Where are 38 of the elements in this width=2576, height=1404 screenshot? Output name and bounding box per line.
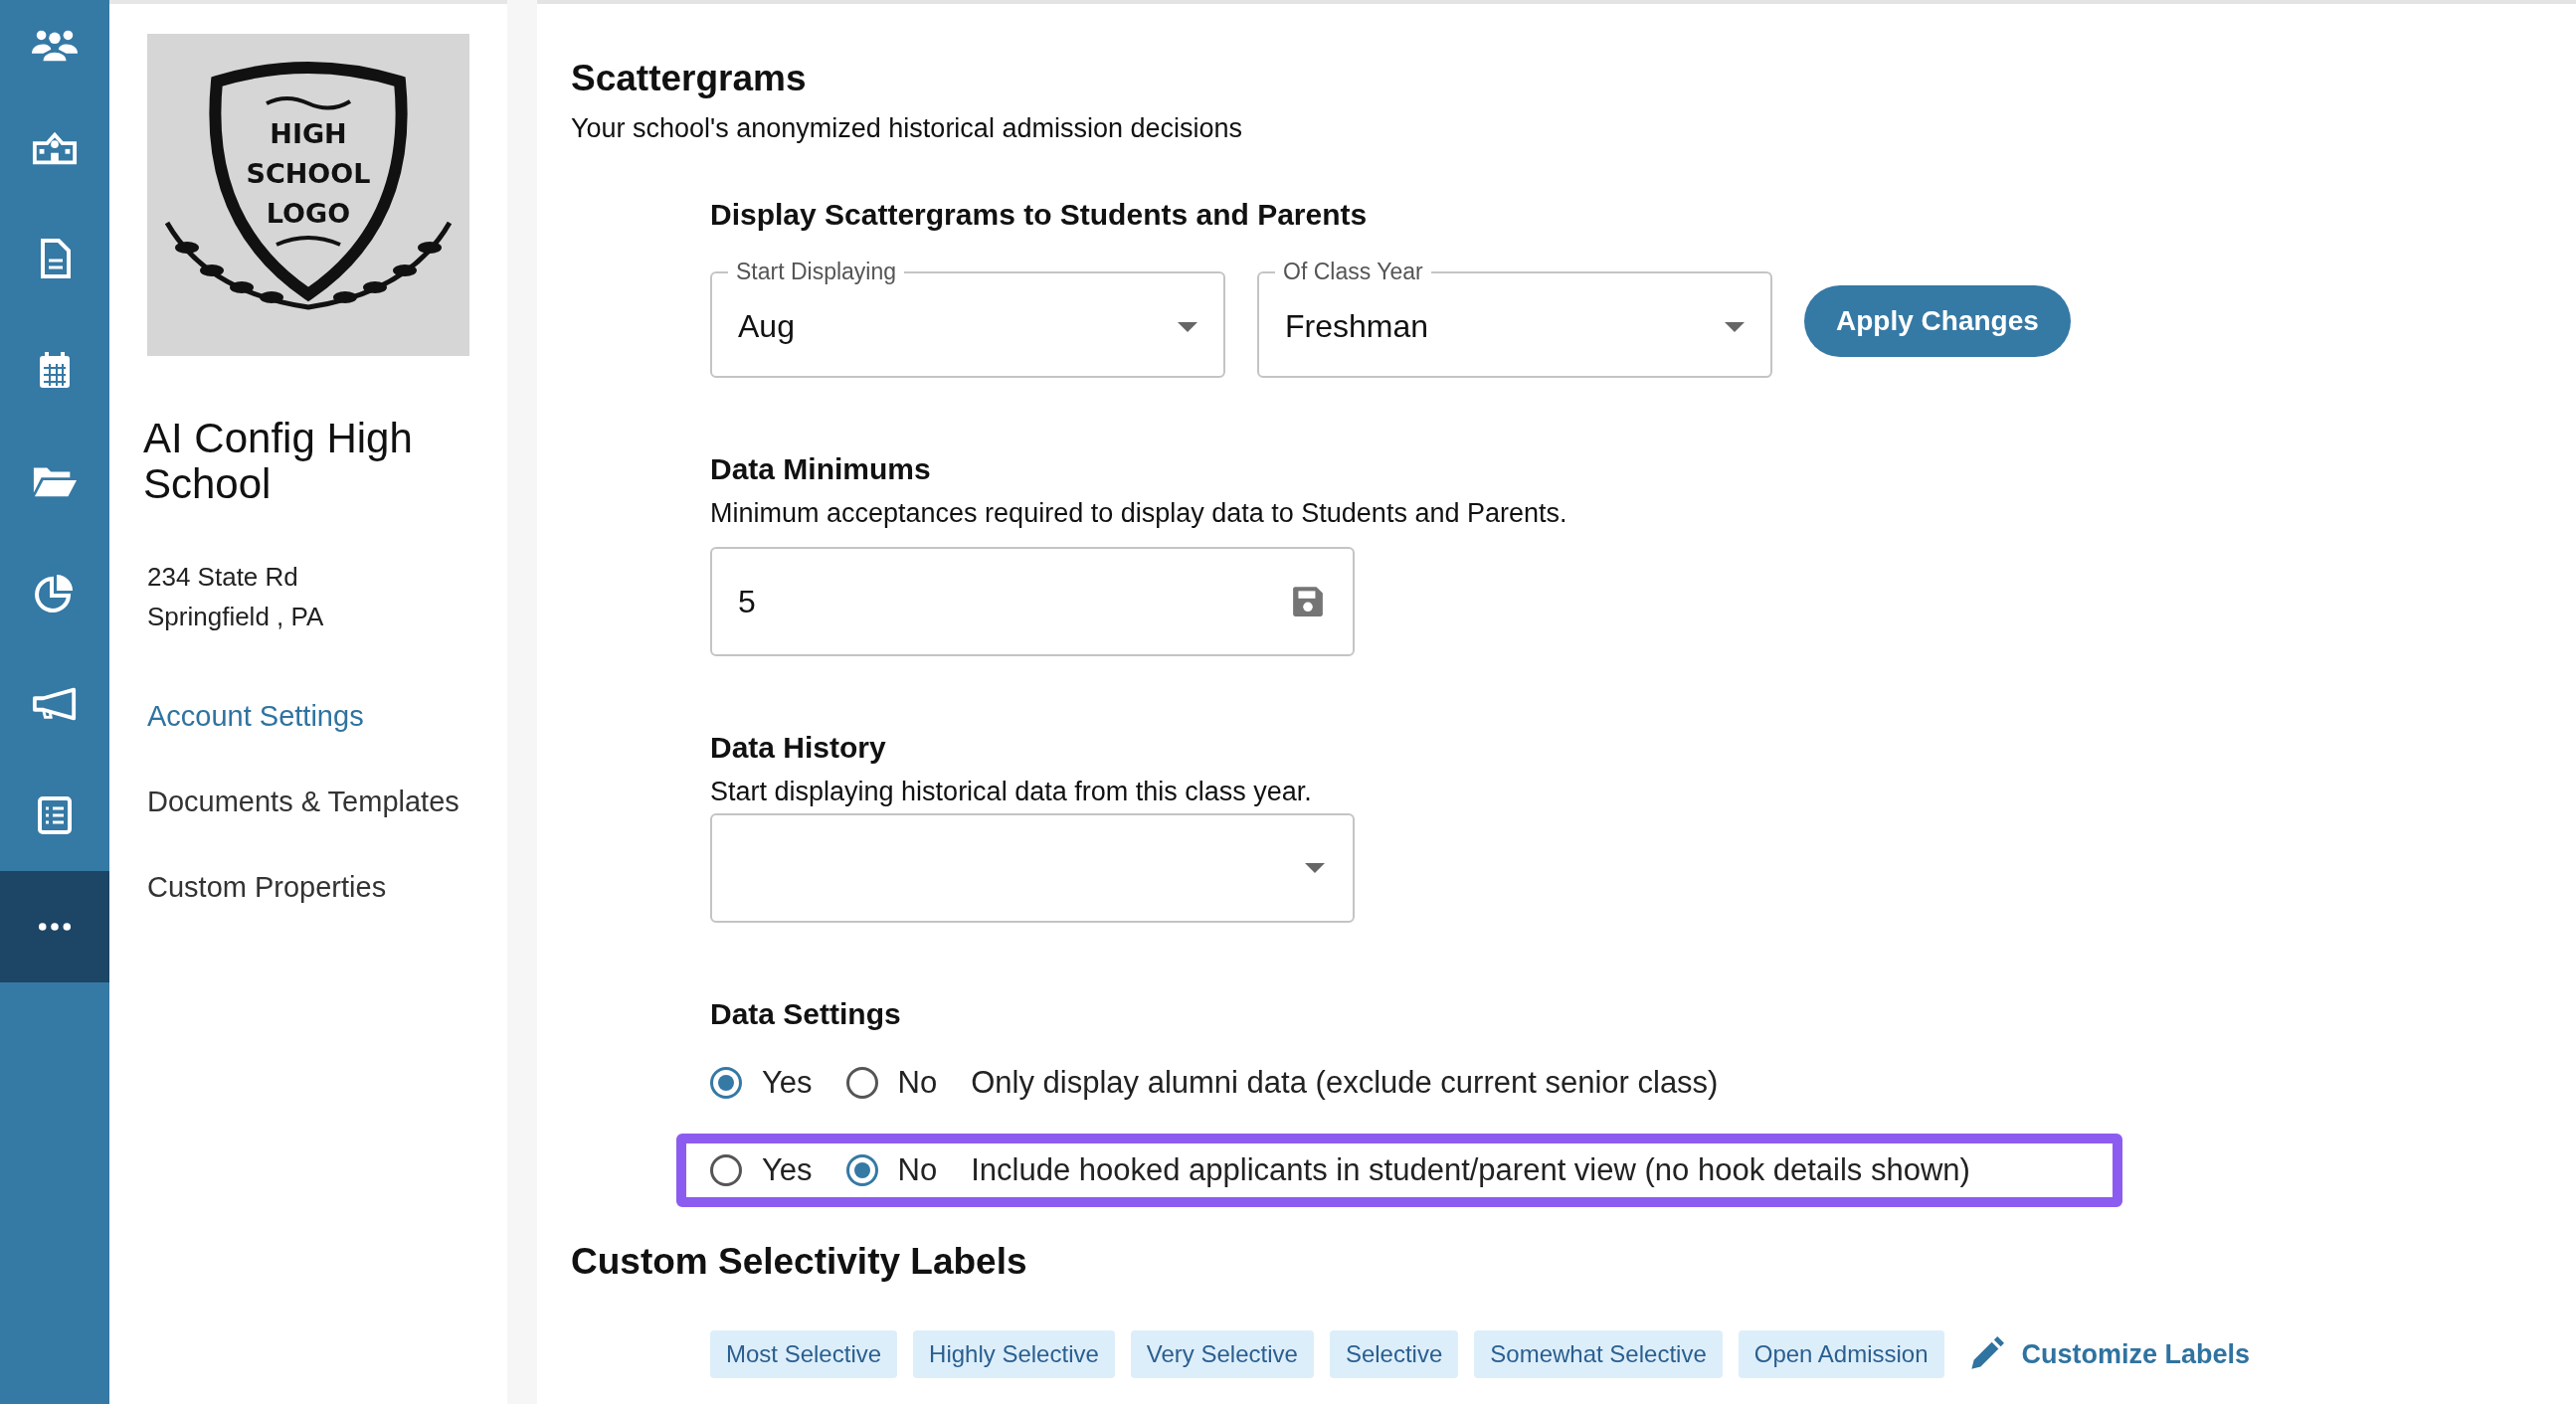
subsection-heading: Data Minimums [710,451,931,487]
selectivity-label-tag: Very Selective [1130,1330,1314,1378]
selectivity-label-tag: Open Admission [1738,1330,1944,1378]
section-title: Custom Selectivity Labels [571,1240,1027,1284]
caret-icon [1725,321,1745,332]
address-line: Springfield , PA [147,601,324,633]
minimum-acceptances-field[interactable]: 5 [710,547,1355,656]
radio-option[interactable]: No [845,1152,938,1188]
caret-icon [1178,321,1197,332]
subsection-heading: Data Settings [710,996,901,1032]
apply-changes-button[interactable]: Apply Changes [1804,285,2071,357]
radio-option[interactable]: No [845,1065,938,1101]
setting-description: Include hooked applicants in student/parent view (no hook details shown) [971,1152,1970,1188]
dropdown-select[interactable]: Of Class Year Freshman [1257,259,1772,378]
caret-icon [1305,863,1325,873]
save-icon[interactable] [1291,585,1325,618]
subsection-heading: Display Scattergrams to Students and Parents [710,197,1368,233]
more-icon [38,922,72,932]
selectivity-label-tag: Most Selective [710,1330,898,1378]
selectivity-label-tag: Somewhat Selective [1474,1330,1723,1378]
section-subtitle: Your school's anonymized historical admission decisions [571,112,1242,145]
subsection-description: Start displaying historical data from this class year. [710,776,1312,808]
address-line: 234 State Rd [147,561,298,594]
radio-option[interactable]: Yes [710,1065,813,1101]
settings-link[interactable]: Documents & Templates [147,782,460,821]
school-logo-drawing: HIGH SCHOOL LOGO [147,34,469,356]
subsection-description: Minimum acceptances required to display data to Students and Parents. [710,497,1567,530]
selectivity-label-tag: Highly Selective [913,1330,1115,1378]
customize-labels-link[interactable]: Customize Labels [1967,1336,2251,1372]
section-title: Scattergrams [571,57,807,100]
subsection-heading: Data History [710,730,886,766]
settings-link[interactable]: Custom Properties [147,867,387,907]
school-name: AI Config High School [143,416,414,507]
radio-option[interactable]: Yes [710,1152,813,1188]
selectivity-label-tag: Selective [1329,1330,1459,1378]
dropdown-select[interactable]: Start Displaying Aug [710,259,1225,378]
settings-link[interactable]: Account Settings [147,696,364,736]
setting-description: Only display alumni data (exclude current senior class) [971,1065,1719,1101]
